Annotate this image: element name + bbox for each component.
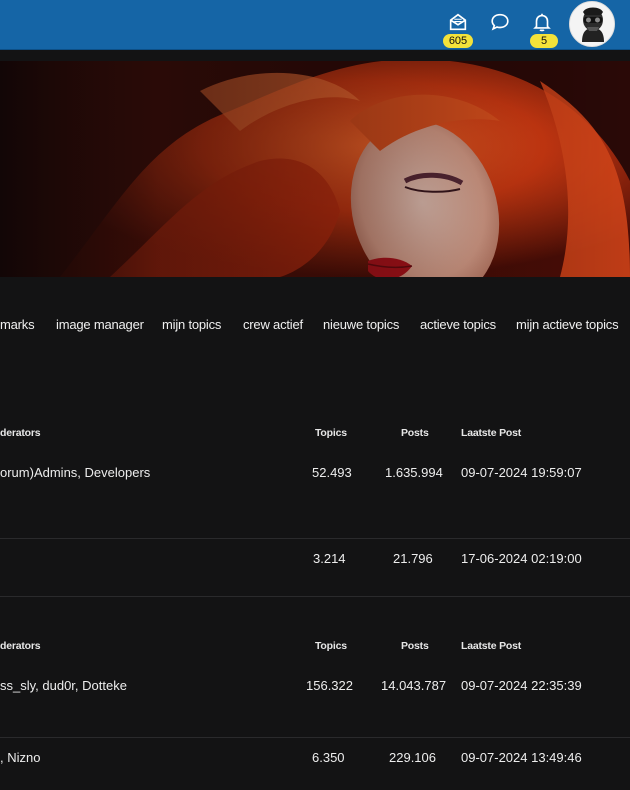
nav-item-nieuwe-topics[interactable]: nieuwe topics [323,317,399,332]
messages-badge: 605 [443,34,473,48]
notifications-badge: 5 [530,34,558,48]
column-header-posts: Posts [401,427,429,439]
banner-image [0,61,630,277]
forum-last-post[interactable]: 09-07-2024 22:35:39 [461,678,582,693]
row-divider [0,596,630,597]
forum-posts-count: 1.635.994 [385,465,443,480]
forum-topics-count: 156.322 [306,678,353,693]
chat-button[interactable] [486,8,514,36]
row-divider [0,737,630,738]
forum-moderators[interactable]: , Nizno [0,750,40,765]
forum-nav: marks image manager mijn topics crew act… [0,317,630,335]
forum-topics-count: 6.350 [312,750,345,765]
nav-item-mijn-actieve-topics[interactable]: mijn actieve topics [516,317,619,332]
chat-bubble-icon [491,13,509,31]
forum-posts-count: 21.796 [393,551,433,566]
user-avatar[interactable] [569,1,615,47]
messages-button[interactable] [444,8,472,36]
column-header-topics: Topics [315,640,347,652]
forum-last-post[interactable]: 09-07-2024 19:59:07 [461,465,582,480]
nav-item-mijn-topics[interactable]: mijn topics [162,317,221,332]
nav-item-actieve-topics[interactable]: actieve topics [420,317,496,332]
forum-moderators[interactable]: orum)Admins, Developers [0,465,150,480]
column-header-topics: Topics [315,427,347,439]
column-header-moderators: derators [0,640,41,652]
forum-posts-count: 14.043.787 [381,678,447,693]
forum-last-post[interactable]: 09-07-2024 13:49:46 [461,750,582,765]
nav-item-image-manager[interactable]: image manager [56,317,144,332]
nav-item-bookmarks[interactable]: marks [0,317,35,332]
forum-last-post[interactable]: 17-06-2024 02:19:00 [461,551,582,566]
forum-topics-count: 52.493 [312,465,352,480]
envelope-icon [449,13,467,31]
forum-moderators[interactable]: ss_sly, dud0r, Dotteke [0,678,127,693]
column-header-posts: Posts [401,640,429,652]
top-bar: 605 5 [0,0,630,50]
header-banner [0,61,630,277]
forum-posts-count: 229.106 [389,750,436,765]
avatar-image [570,2,614,46]
column-header-last-post: Laatste Post [461,640,522,652]
bell-icon [533,13,551,32]
column-header-moderators: derators [0,427,41,439]
column-header-last-post: Laatste Post [461,427,522,439]
row-divider [0,538,630,539]
notifications-button[interactable] [528,8,556,36]
nav-item-crew-actief[interactable]: crew actief [243,317,303,332]
forum-topics-count: 3.214 [313,551,346,566]
